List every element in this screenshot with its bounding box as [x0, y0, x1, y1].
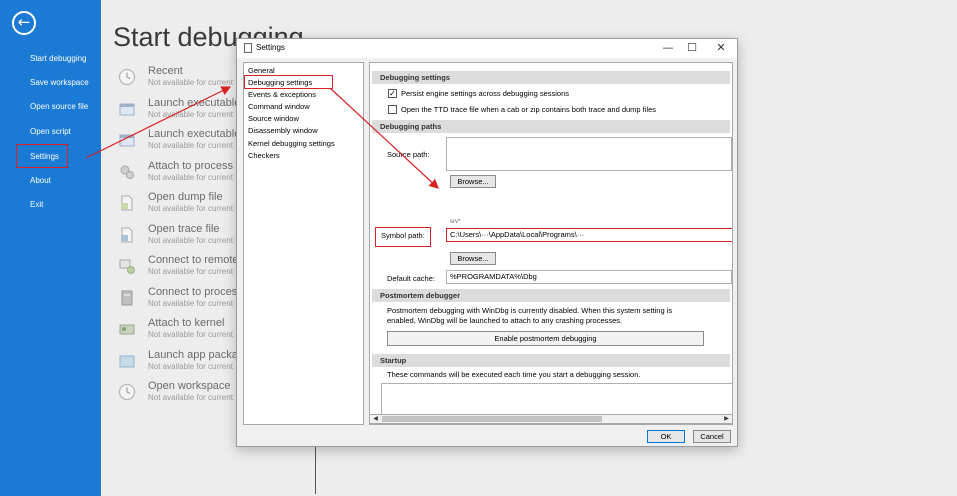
- minimize-button[interactable]: —: [656, 40, 680, 56]
- start-item-launch-executable-advanced[interactable]: Launch executable Not available for curr…: [118, 128, 243, 158]
- trace-file-icon: [121, 227, 133, 243]
- section-header-postmortem: Postmortem debugger: [372, 289, 730, 302]
- tree-item-events-exceptions[interactable]: Events & exceptions: [248, 90, 316, 99]
- tree-item-general[interactable]: General: [248, 66, 275, 75]
- srv-hint: srv*: [450, 219, 461, 225]
- postmortem-text-line2: enabled, WinDbg will be launched to atta…: [387, 316, 623, 325]
- start-item-open-workspace[interactable]: Open workspace Not available for current: [118, 380, 243, 410]
- ttd-checkbox[interactable]: [388, 105, 397, 114]
- tree-item-kernel-debugging-settings[interactable]: Kernel debugging settings: [248, 139, 335, 148]
- scrollbar-thumb[interactable]: [382, 416, 602, 422]
- source-path-field[interactable]: [446, 137, 732, 171]
- divider-line: [315, 446, 316, 494]
- gears-icon: [120, 165, 134, 179]
- app-package-icon: [119, 355, 135, 368]
- start-item-title: Attach to kernel: [148, 317, 225, 329]
- start-item-title: Recent: [148, 65, 183, 77]
- remote-icon: [119, 259, 135, 274]
- start-item-open-trace-file[interactable]: Open trace file Not available for curren…: [118, 223, 243, 253]
- start-item-subtitle: Not available for current: [148, 299, 233, 308]
- start-item-subtitle: Not available for current: [148, 330, 233, 339]
- start-item-subtitle: Not available for current: [148, 204, 233, 213]
- start-item-subtitle: Not available for current: [148, 267, 233, 276]
- tree-item-disassembly-window[interactable]: Disassembly window: [248, 126, 318, 135]
- tree-item-checkers[interactable]: Checkers: [248, 151, 280, 160]
- start-item-launch-app-package[interactable]: Launch app packag Not available for curr…: [118, 349, 245, 379]
- start-item-subtitle: Not available for current: [148, 362, 233, 371]
- cancel-button[interactable]: Cancel: [693, 430, 731, 443]
- back-button[interactable]: ←: [12, 11, 36, 35]
- settings-window-icon: [244, 43, 252, 53]
- settings-highlight-box: [16, 144, 68, 168]
- start-item-title: Launch executable: [148, 97, 241, 109]
- persist-label: Persist engine settings across debugging…: [401, 89, 570, 98]
- start-item-subtitle: Not available for current: [148, 78, 233, 87]
- start-item-subtitle: Not available for current: [148, 393, 233, 402]
- scroll-right-icon[interactable]: ▶: [722, 415, 731, 423]
- postmortem-text-line1: Postmortem debugging with WinDbg is curr…: [387, 306, 673, 315]
- kernel-icon: [119, 324, 135, 335]
- start-item-attach-to-kernel[interactable]: Attach to kernel Not available for curre…: [118, 317, 243, 347]
- start-item-title: Launch app packag: [148, 349, 245, 361]
- ok-button[interactable]: OK: [647, 430, 685, 443]
- start-item-subtitle: Not available for current: [148, 110, 233, 119]
- tree-item-command-window[interactable]: Command window: [248, 102, 310, 111]
- dialog-titlebar[interactable]: Settings — ☐ ✕: [237, 39, 737, 58]
- startup-text: These commands will be executed each tim…: [387, 370, 641, 379]
- scroll-left-icon[interactable]: ◀: [371, 415, 380, 423]
- start-item-title: Open trace file: [148, 223, 220, 235]
- nav-about[interactable]: About: [30, 176, 51, 185]
- start-item-recent[interactable]: Recent Not available for current: [118, 65, 243, 95]
- start-item-subtitle: Not available for current: [148, 141, 233, 150]
- section-header-debugging-settings: Debugging settings: [372, 71, 730, 84]
- start-item-connect-to-remote[interactable]: Connect to remote Not available for curr…: [118, 254, 243, 284]
- start-item-title: Open workspace: [148, 380, 231, 392]
- start-item-attach-to-process[interactable]: Attach to process Not available for curr…: [118, 160, 243, 190]
- start-item-title: Open dump file: [148, 191, 223, 203]
- tree-item-source-window[interactable]: Source window: [248, 114, 299, 123]
- default-cache-label: Default cache:: [387, 274, 435, 283]
- clock-icon: [118, 68, 136, 86]
- dump-file-icon: [121, 195, 133, 211]
- nav-open-script[interactable]: Open script: [30, 127, 71, 136]
- start-item-launch-executable[interactable]: Launch executable Not available for curr…: [118, 97, 243, 127]
- section-header-debugging-paths: Debugging paths: [372, 120, 730, 133]
- panel-horizontal-scrollbar[interactable]: ◀ ▶: [369, 414, 733, 424]
- dialog-title: Settings: [256, 43, 285, 52]
- start-item-subtitle: Not available for current: [148, 236, 233, 245]
- maximize-button[interactable]: ☐: [680, 40, 704, 56]
- nav-save-workspace[interactable]: Save workspace: [30, 78, 89, 87]
- settings-category-tree: General Debugging settings Events & exce…: [243, 62, 364, 425]
- process-server-icon: [121, 290, 133, 306]
- source-path-label: Source path:: [387, 150, 430, 159]
- start-item-title: Connect to proces: [148, 286, 238, 298]
- workspace-icon: [118, 383, 136, 401]
- start-item-title: Connect to remote: [148, 254, 239, 266]
- debugging-settings-highlight-box: [244, 75, 333, 89]
- nav-start-debugging[interactable]: Start debugging: [30, 54, 87, 63]
- nav-open-source-file[interactable]: Open source file: [30, 102, 88, 111]
- ttd-label: Open the TTD trace file when a cab or zi…: [401, 105, 656, 114]
- start-item-title: Launch executable: [148, 128, 241, 140]
- nav-exit[interactable]: Exit: [30, 200, 43, 209]
- settings-dialog: Settings — ☐ ✕ General Debugging setting…: [236, 38, 738, 447]
- start-item-title: Attach to process: [148, 160, 233, 172]
- start-item-connect-to-process-server[interactable]: Connect to proces Not available for curr…: [118, 286, 243, 316]
- persist-checkbox[interactable]: ✓: [388, 89, 397, 98]
- start-item-subtitle: Not available for current: [148, 173, 233, 182]
- default-cache-field[interactable]: %PROGRAMDATA%\Dbg: [446, 270, 732, 284]
- source-browse-button[interactable]: Browse...: [450, 175, 496, 188]
- section-header-startup: Startup: [372, 354, 730, 367]
- start-item-open-dump-file[interactable]: Open dump file Not available for current: [118, 191, 243, 221]
- executable-icon: [119, 103, 135, 116]
- close-button[interactable]: ✕: [709, 40, 733, 56]
- backstage-sidebar: ← Start debugging Save workspace Open so…: [0, 0, 101, 496]
- startup-commands-field[interactable]: [381, 383, 732, 416]
- settings-panel: Debugging settings ✓ Persist engine sett…: [369, 62, 733, 425]
- executable-icon: [119, 134, 135, 147]
- symbol-browse-button[interactable]: Browse...: [450, 252, 496, 265]
- symbol-path-field[interactable]: C:\Users\···\AppData\Local\Programs\···: [446, 228, 732, 242]
- symbol-path-label: Symbol path:: [381, 231, 425, 240]
- enable-postmortem-button[interactable]: Enable postmortem debugging: [387, 331, 704, 346]
